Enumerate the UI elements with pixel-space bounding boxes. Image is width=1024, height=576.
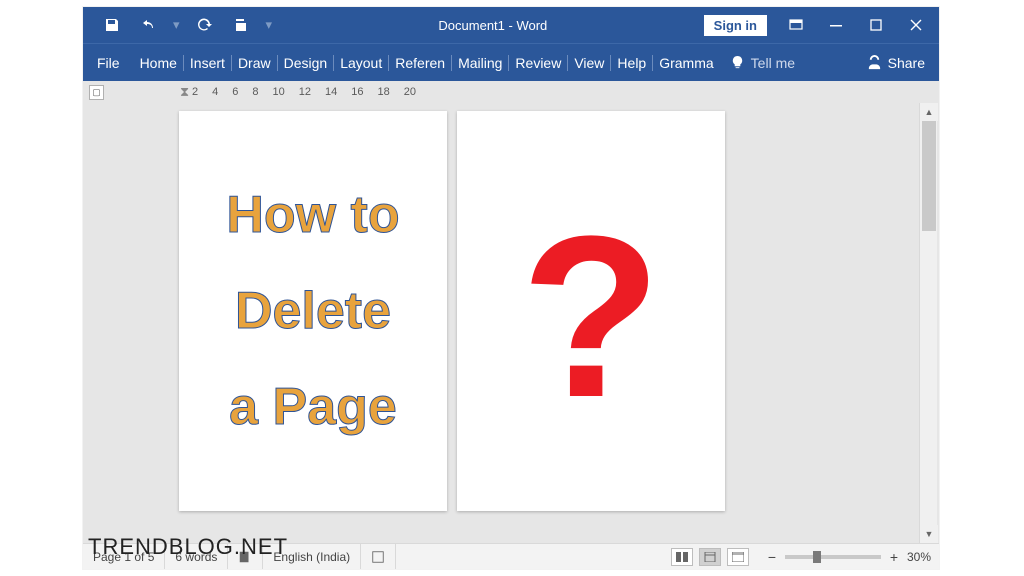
ruler-mark: 16 [351, 86, 363, 98]
tell-me-label: Tell me [751, 55, 795, 71]
ruler-mark: 2 [192, 86, 198, 98]
ruler-mark: 20 [404, 86, 416, 98]
qat-dropdown-icon[interactable]: ▾ [266, 17, 273, 33]
view-buttons [663, 548, 757, 566]
document-area: How to Delete a Page ? ▲ ▼ [83, 103, 939, 543]
horizontal-ruler[interactable]: ⧗ 2 4 6 8 10 12 14 16 18 20 [192, 86, 416, 98]
page1-line3: a Page [226, 359, 399, 455]
zoom-knob[interactable] [813, 551, 821, 563]
window-title: Document1 - Word [282, 18, 704, 33]
title-bar: ▾ ▾ Document1 - Word Sign in [83, 7, 939, 43]
question-mark-icon: ? [521, 202, 662, 432]
vertical-scrollbar[interactable]: ▲ ▼ [919, 103, 937, 543]
quick-access-toolbar: ▾ ▾ [83, 14, 282, 36]
page-1[interactable]: How to Delete a Page [179, 111, 447, 511]
ruler-mark: 12 [299, 86, 311, 98]
tab-file[interactable]: File [83, 44, 134, 81]
ruler-mark: 6 [232, 86, 238, 98]
tab-review[interactable]: Review [509, 55, 568, 71]
tab-strip: Home Insert Draw Design Layout Referen M… [134, 52, 720, 74]
tell-me-search[interactable]: Tell me [730, 55, 795, 71]
ruler-row: ▢ ⧗ 2 4 6 8 10 12 14 16 18 20 [83, 81, 939, 103]
zoom-in-button[interactable]: + [887, 549, 901, 565]
page1-line1: How to [226, 167, 399, 263]
ruler-mark: 4 [212, 86, 218, 98]
maximize-button[interactable] [865, 14, 887, 36]
zoom-slider[interactable] [785, 555, 881, 559]
page-2[interactable]: ? [457, 111, 725, 511]
tab-insert[interactable]: Insert [184, 55, 232, 71]
share-button[interactable]: Share [867, 55, 939, 71]
page1-line2: Delete [226, 263, 399, 359]
tab-draw[interactable]: Draw [232, 55, 278, 71]
status-accessibility[interactable] [361, 544, 396, 569]
close-button[interactable] [905, 14, 927, 36]
tab-mailings[interactable]: Mailing [452, 55, 509, 71]
tab-references[interactable]: Referen [389, 55, 452, 71]
redo-icon[interactable] [194, 14, 216, 36]
web-layout-button[interactable] [727, 548, 749, 566]
indent-marker-icon[interactable]: ⧗ [180, 84, 189, 100]
ruler-mark: 18 [378, 86, 390, 98]
window-controls: Sign in [704, 14, 939, 36]
ruler-toggle[interactable]: ▢ [89, 85, 104, 100]
watermark-text: TRENDBLOG.NET [88, 534, 288, 560]
share-icon [867, 55, 882, 70]
zoom-level[interactable]: 30% [907, 550, 931, 564]
tab-grammarly[interactable]: Gramma [653, 55, 719, 71]
qat-separator: ▾ [173, 17, 180, 33]
tab-home[interactable]: Home [134, 55, 184, 71]
ruler-mark: 10 [273, 86, 285, 98]
zoom-out-button[interactable]: − [765, 549, 779, 565]
sign-in-button[interactable]: Sign in [704, 15, 767, 36]
accessibility-icon [371, 550, 385, 564]
undo-icon[interactable] [137, 14, 159, 36]
touch-mode-icon[interactable] [230, 14, 252, 36]
tab-design[interactable]: Design [278, 55, 335, 71]
tab-help[interactable]: Help [611, 55, 653, 71]
tab-view[interactable]: View [568, 55, 611, 71]
app-window: ▾ ▾ Document1 - Word Sign in File Home I… [83, 7, 939, 569]
lightbulb-icon [730, 55, 745, 70]
read-mode-button[interactable] [671, 548, 693, 566]
page1-text: How to Delete a Page [226, 167, 399, 456]
ribbon-tabs: File Home Insert Draw Design Layout Refe… [83, 43, 939, 81]
scroll-thumb[interactable] [922, 121, 936, 231]
save-icon[interactable] [101, 14, 123, 36]
ribbon-display-icon[interactable] [785, 14, 807, 36]
ruler-mark: 8 [252, 86, 258, 98]
share-label: Share [888, 55, 925, 71]
minimize-button[interactable] [825, 14, 847, 36]
scroll-down-button[interactable]: ▼ [920, 525, 938, 543]
scroll-up-button[interactable]: ▲ [920, 103, 938, 121]
print-layout-button[interactable] [699, 548, 721, 566]
ruler-mark: 14 [325, 86, 337, 98]
tab-layout[interactable]: Layout [334, 55, 389, 71]
zoom-control: − + 30% [757, 549, 939, 565]
